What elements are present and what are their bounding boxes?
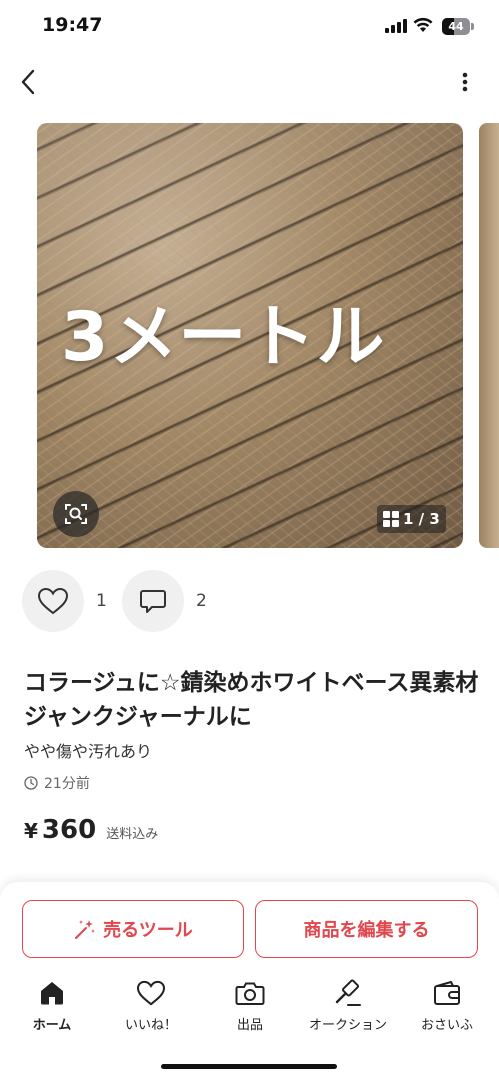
tab-sell[interactable]: 出品 — [200, 978, 300, 1038]
comment-icon — [140, 590, 166, 613]
back-button[interactable] — [12, 66, 44, 98]
camera-icon — [235, 982, 265, 1005]
next-image-preview[interactable] — [479, 123, 499, 548]
tab-home[interactable]: ホーム — [2, 978, 102, 1038]
tab-auction[interactable]: オークション — [298, 978, 398, 1038]
item-image-carousel[interactable]: 3メートル 1 / 3 — [37, 123, 463, 548]
home-icon — [41, 982, 63, 1005]
cellular-signal-icon — [385, 19, 407, 33]
wifi-icon — [413, 17, 433, 32]
gavel-icon — [335, 979, 361, 1006]
tab-wallet-label: おさいふ — [420, 1018, 473, 1033]
price-value: 360 — [41, 815, 97, 845]
item-title: コラージュに☆錆染めホワイトベース異素材ジャンクジャーナルに — [24, 670, 479, 730]
comment-count: 2 — [196, 591, 207, 611]
more-vertical-icon — [462, 72, 468, 92]
sparkle-wand-icon — [75, 920, 96, 939]
tab-likes[interactable]: いいね！ — [101, 978, 201, 1038]
more-options-button[interactable] — [450, 66, 480, 98]
comment-button[interactable] — [122, 570, 184, 632]
image-page-indicator: 1 / 3 — [377, 505, 446, 533]
like-button[interactable] — [22, 570, 84, 632]
price: ¥ 360 送料込み — [24, 815, 158, 845]
shipping-info: 送料込み — [106, 827, 159, 842]
sell-tool-button[interactable]: 売るツール — [22, 900, 244, 958]
price-currency: ¥ — [24, 819, 38, 843]
battery-icon: 44 — [442, 18, 474, 35]
edit-item-label: 商品を編集する — [303, 920, 430, 941]
status-time: 19:47 — [42, 14, 103, 36]
image-zoom-button[interactable] — [53, 491, 99, 537]
battery-level: 44 — [448, 20, 464, 33]
chevron-left-icon — [21, 69, 35, 95]
zoom-scan-icon — [65, 504, 87, 524]
sell-tool-label: 売るツール — [103, 920, 193, 941]
like-count: 1 — [96, 591, 107, 611]
clock-icon — [24, 776, 38, 790]
grid-icon — [383, 511, 399, 527]
posted-time: 21分前 — [24, 773, 90, 793]
heart-icon — [136, 980, 166, 1006]
item-condition: やや傷や汚れあり — [24, 742, 153, 761]
bottom-tab-bar: ホーム いいね！ 出品 オークション おさいふ — [0, 978, 499, 1038]
heart-icon — [37, 587, 69, 615]
status-bar: 19:47 44 — [0, 0, 499, 54]
wallet-icon — [434, 981, 460, 1005]
home-indicator — [161, 1064, 337, 1069]
tab-wallet[interactable]: おさいふ — [397, 978, 497, 1038]
posted-time-text: 21分前 — [44, 776, 90, 792]
tab-sell-label: 出品 — [236, 1018, 263, 1033]
tab-likes-label: いいね！ — [124, 1018, 177, 1033]
tab-auction-label: オークション — [308, 1018, 387, 1033]
edit-item-button[interactable]: 商品を編集する — [255, 900, 478, 958]
tab-home-label: ホーム — [32, 1018, 72, 1033]
image-overlay-text: 3メートル — [61, 298, 386, 377]
image-page-count: 1 / 3 — [403, 510, 440, 528]
